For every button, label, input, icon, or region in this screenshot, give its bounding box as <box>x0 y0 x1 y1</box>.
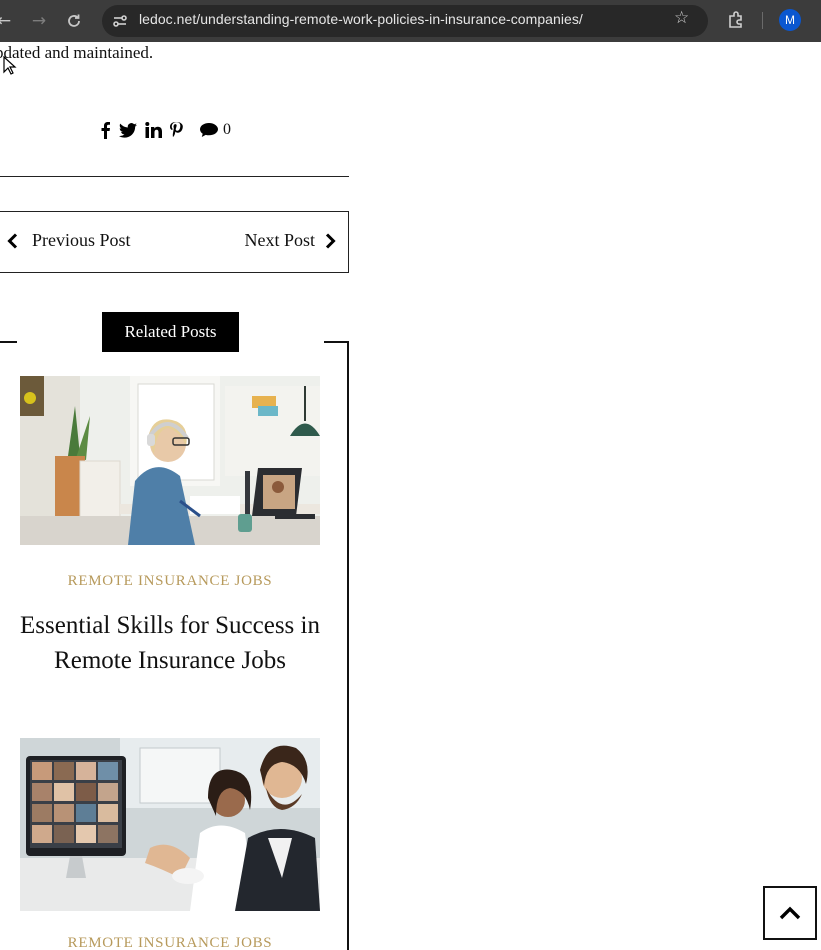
article-trailing-text: pdated and maintained. <box>0 43 154 62</box>
related-post-category[interactable]: REMOTE INSURANCE JOBS <box>20 935 320 950</box>
reload-icon[interactable] <box>62 9 86 33</box>
scroll-to-top-button[interactable] <box>763 886 817 940</box>
chevron-right-icon <box>325 232 336 249</box>
pinterest-icon[interactable] <box>170 119 183 141</box>
post-navigation: Previous Post Next Post <box>0 211 349 273</box>
url-text[interactable]: ledoc.net/understanding-remote-work-poli… <box>139 11 583 27</box>
related-post-category[interactable]: REMOTE INSURANCE JOBS <box>20 573 320 590</box>
previous-post-link[interactable]: Previous Post <box>7 230 131 251</box>
next-post-label: Next Post <box>244 230 315 250</box>
related-frame-border <box>0 341 17 343</box>
browser-toolbar: ← → ledoc.net/understanding-remote-work-… <box>0 0 821 42</box>
divider-line <box>0 176 349 177</box>
comment-count[interactable]: 0 <box>223 121 231 139</box>
bookmark-star-icon[interactable]: ☆ <box>674 8 689 28</box>
mouse-cursor-icon <box>3 55 17 81</box>
related-post-image[interactable] <box>20 376 320 545</box>
related-posts-heading: Related Posts <box>102 312 239 352</box>
share-bar: 0 <box>100 118 231 142</box>
previous-post-label: Previous Post <box>32 230 131 250</box>
comment-icon[interactable] <box>199 119 219 141</box>
related-frame-border <box>347 341 349 950</box>
related-post-title[interactable]: Essential Skills for Success in Remote I… <box>12 608 328 678</box>
site-settings-icon[interactable] <box>110 11 130 31</box>
toolbar-divider <box>762 12 763 29</box>
linkedin-icon[interactable] <box>145 119 162 141</box>
related-frame-border <box>324 341 349 343</box>
profile-avatar[interactable]: M <box>779 9 801 31</box>
facebook-icon[interactable] <box>100 119 111 141</box>
extensions-icon[interactable] <box>726 10 746 35</box>
related-post-image[interactable] <box>20 738 320 911</box>
twitter-icon[interactable] <box>119 119 137 141</box>
chevron-left-icon <box>7 232 18 249</box>
chevron-up-icon <box>779 906 801 920</box>
address-bar[interactable]: ledoc.net/understanding-remote-work-poli… <box>102 5 708 37</box>
next-post-link[interactable]: Next Post <box>244 230 336 251</box>
forward-arrow-icon[interactable]: → <box>27 9 51 33</box>
back-arrow-icon[interactable]: ← <box>0 9 16 33</box>
